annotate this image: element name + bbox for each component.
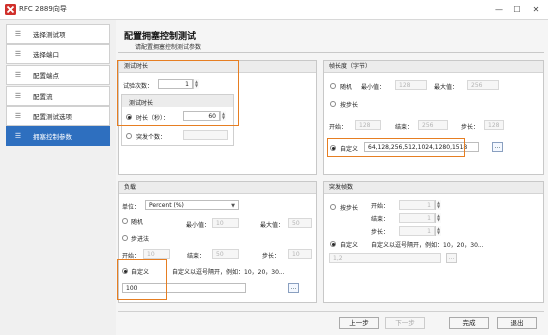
load-end-input[interactable]: 50	[212, 249, 239, 259]
sidebar-item-label: 配置测试选项	[33, 113, 72, 121]
unit-select-value: Percent (%)	[149, 202, 184, 209]
list-icon: ☰	[14, 30, 22, 38]
sidebar-item-label: 配置流	[33, 93, 53, 101]
burst-stride-input[interactable]: 1	[399, 226, 435, 236]
duration-highlight	[117, 60, 239, 126]
load-random-label: 随机	[131, 219, 144, 226]
burst-end-label: 结束：	[371, 216, 390, 223]
load-max-input[interactable]: 50	[288, 218, 312, 228]
sidebar-item-endpoints[interactable]: ☰ 配置端点	[6, 65, 110, 85]
burst-count-radio[interactable]	[126, 133, 132, 139]
sidebar-item-select-tests[interactable]: ☰ 选择测试项	[6, 24, 110, 44]
frame-start-label: 开始：	[329, 124, 348, 131]
next-button[interactable]: 下一步	[385, 317, 425, 329]
panel-title: 负载	[119, 182, 316, 194]
load-min-label: 最小值：	[186, 222, 211, 229]
burst-custom-more-button[interactable]: ...	[446, 253, 457, 263]
burst-start-label: 开始：	[371, 203, 390, 210]
page-subtitle: 请配置拥塞控制测试参数	[135, 44, 202, 51]
prev-button[interactable]: 上一步	[339, 317, 379, 329]
exit-button[interactable]: 退出	[497, 317, 537, 329]
list-icon: ☰	[14, 132, 22, 140]
list-icon: ☰	[14, 50, 22, 58]
panel-title: 帧长度（字节）	[324, 61, 543, 73]
frame-custom-highlight	[327, 138, 465, 157]
frame-min-input[interactable]: 128	[395, 80, 427, 90]
frame-end-input[interactable]: 256	[418, 120, 448, 130]
frame-max-input[interactable]: 256	[467, 80, 499, 90]
burst-custom-label: 自定义	[340, 242, 359, 249]
sidebar-item-streams[interactable]: ☰ 配置流	[6, 86, 110, 106]
list-icon: ☰	[14, 112, 22, 120]
panel-title: 突发帧数	[324, 182, 543, 194]
frame-custom-more-button[interactable]: ...	[492, 142, 503, 152]
burst-start-input[interactable]: 1	[399, 200, 435, 210]
load-max-label: 最大值：	[260, 222, 285, 229]
app-logo-icon	[5, 4, 16, 15]
burst-count-label: 突发个数：	[136, 134, 167, 141]
title-bar	[0, 0, 548, 20]
load-stride-label: 步长：	[262, 253, 281, 260]
burst-custom-radio[interactable]	[330, 241, 336, 247]
frame-start-input[interactable]: 128	[355, 120, 381, 130]
finish-button[interactable]: 完成	[449, 317, 489, 329]
burst-step-radio[interactable]	[330, 204, 336, 210]
sidebar-item-select-ports[interactable]: ☰ 选择端口	[6, 44, 110, 64]
frame-stride-label: 步长：	[461, 124, 480, 131]
load-custom-more-button[interactable]: ...	[288, 283, 299, 293]
sidebar-item-label: 配置端点	[33, 72, 59, 80]
load-step-label: 步进法	[131, 236, 150, 243]
page-title: 配置拥塞控制测试	[124, 32, 197, 42]
load-random-radio[interactable]	[122, 218, 128, 224]
close-icon[interactable]: ✕	[528, 2, 544, 16]
frame-step-label: 按步长	[340, 102, 359, 109]
frame-step-radio[interactable]	[330, 101, 336, 107]
sidebar-item-label: 拥塞控制参数	[33, 133, 72, 141]
burst-stride-label: 步长：	[371, 229, 390, 236]
frame-end-label: 结束：	[395, 124, 414, 131]
header-divider	[118, 52, 544, 53]
unit-select[interactable]: Percent (%) ▼	[145, 200, 239, 210]
load-min-input[interactable]: 10	[212, 218, 239, 228]
burst-stride-spinner[interactable]: ▲ ▼	[435, 226, 441, 236]
unit-label: 单位：	[122, 204, 141, 211]
list-icon: ☰	[14, 92, 22, 100]
load-step-radio[interactable]	[122, 235, 128, 241]
frame-random-label: 随机	[340, 84, 353, 91]
load-start-input[interactable]: 10	[143, 249, 170, 259]
frame-size-panel: 帧长度（字节）	[323, 60, 544, 175]
burst-count-input[interactable]	[183, 130, 228, 140]
burst-end-spinner[interactable]: ▲ ▼	[435, 213, 441, 223]
sidebar-item-label: 选择测试项	[33, 31, 66, 39]
sidebar-item-test-options[interactable]: ☰ 配置测试选项	[6, 106, 110, 126]
footer-divider	[118, 311, 544, 312]
maximize-icon[interactable]: ☐	[509, 2, 525, 16]
minimize-icon[interactable]: —	[491, 2, 507, 16]
sidebar-item-congestion-control[interactable]: ☰ 拥塞控制参数	[6, 126, 110, 146]
load-end-label: 结束：	[187, 253, 206, 260]
frame-min-label: 最小值：	[361, 84, 386, 91]
sidebar-item-label: 选择端口	[33, 51, 59, 59]
burst-end-input[interactable]: 1	[399, 213, 435, 223]
frame-random-radio[interactable]	[330, 83, 336, 89]
list-icon: ☰	[14, 71, 22, 79]
load-custom-highlight	[117, 259, 167, 300]
frame-max-label: 最大值：	[434, 84, 459, 91]
burst-custom-hint: 自定义以逗号隔开，例如：10，20，30...	[371, 242, 484, 249]
burst-custom-input[interactable]: 1,2	[329, 253, 441, 263]
burst-start-spinner[interactable]: ▲ ▼	[435, 200, 441, 210]
burst-step-label: 按步长	[340, 205, 359, 212]
load-custom-hint: 自定义以逗号隔开，例如：10，20，30...	[172, 269, 285, 276]
chevron-down-icon: ▼	[231, 203, 235, 209]
frame-stride-input[interactable]: 128	[484, 120, 504, 130]
load-stride-input[interactable]: 10	[288, 249, 312, 259]
window-title: RFC 2889向导	[19, 5, 67, 13]
